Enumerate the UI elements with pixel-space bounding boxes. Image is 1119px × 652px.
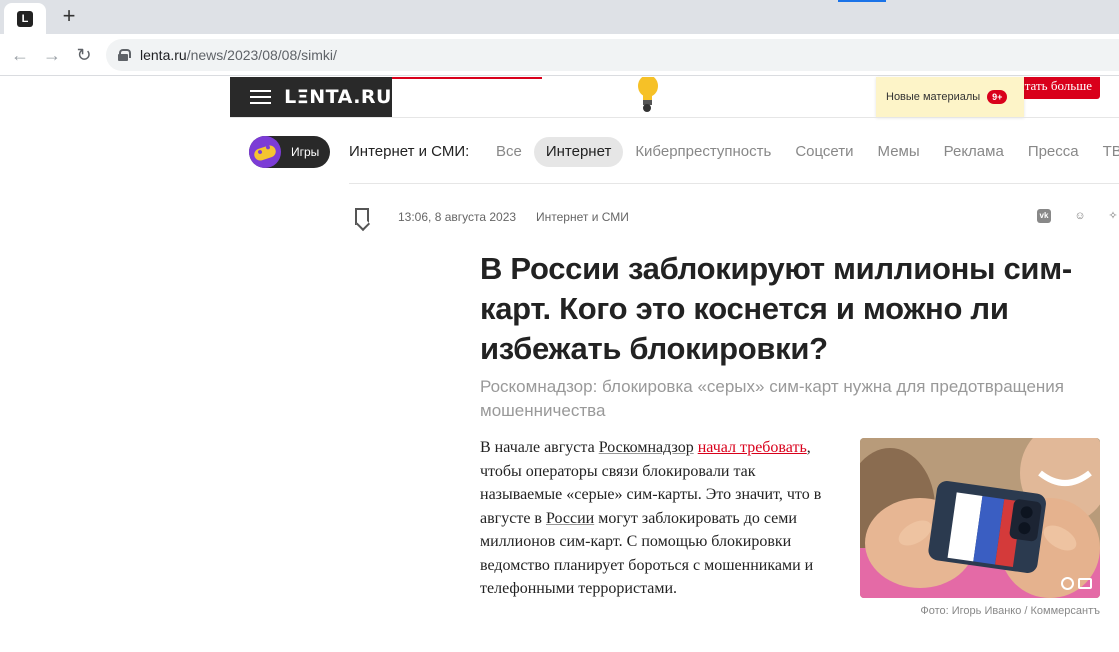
link-roskomnadzor[interactable]: Роскомнадзор	[599, 439, 694, 456]
twitter-share-icon[interactable]: ✧	[1106, 209, 1119, 223]
reload-icon[interactable]: ↻	[72, 43, 96, 67]
address-bar[interactable]: lenta.ru/news/2023/08/08/simki/	[106, 39, 1119, 71]
body-text-1: В начале августа	[480, 439, 599, 456]
article-rubric[interactable]: Интернет и СМИ	[536, 210, 629, 224]
hamburger-menu-icon[interactable]	[250, 90, 271, 104]
url-path: /news/2023/08/08/simki/	[186, 47, 337, 63]
new-materials-label: Новые материалы	[886, 91, 981, 103]
bookmark-icon[interactable]	[355, 208, 369, 225]
forward-arrow-icon[interactable]: →	[40, 43, 64, 67]
tab-tv[interactable]: ТВ	[1091, 137, 1119, 167]
section-title: Интернет и СМИ:	[349, 143, 470, 160]
games-button[interactable]: Игры	[249, 136, 330, 168]
lock-icon[interactable]	[118, 49, 131, 61]
link-russia[interactable]: России	[546, 510, 594, 527]
photo-controls	[1061, 577, 1092, 590]
tab-memes[interactable]: Мемы	[866, 137, 932, 167]
comment-icon[interactable]	[1078, 578, 1092, 589]
photo-caption: Фото: Игорь Иванко / Коммерсантъ	[920, 605, 1100, 617]
new-materials-button[interactable]: Новые материалы 9+	[876, 77, 1024, 117]
category-tabs: Все Интернет Киберпреступность Соцсети М…	[484, 137, 1119, 167]
browser-tabstrip: L +	[0, 0, 1119, 34]
article-body: В начале августа Роскомнадзор начал треб…	[480, 436, 836, 601]
tab-press[interactable]: Пресса	[1016, 137, 1091, 167]
back-arrow-icon[interactable]: ←	[8, 43, 32, 67]
red-accent-line	[392, 77, 542, 79]
tab-indicator	[838, 0, 886, 2]
lightbulb-icon[interactable]	[634, 77, 660, 113]
url-domain: lenta.ru	[140, 47, 187, 63]
photo-illustration	[860, 438, 1100, 598]
vk-share-icon[interactable]: vk	[1037, 209, 1051, 223]
article-photo[interactable]	[860, 438, 1100, 598]
tab-social[interactable]: Соцсети	[783, 137, 865, 167]
header-divider	[230, 117, 1119, 118]
games-label: Игры	[291, 145, 320, 159]
category-divider	[349, 183, 1119, 184]
lenta-favicon-icon: L	[17, 10, 33, 27]
article-subtitle: Роскомнадзор: блокировка «серых» сим-кар…	[480, 377, 1064, 420]
article-headline: В России заблокируют миллионы сим-карт. …	[480, 251, 1072, 366]
article-date: 13:06, 8 августа 2023	[398, 210, 517, 224]
tab-internet[interactable]: Интернет	[533, 137, 624, 167]
site-logo[interactable]: LΞNTA.RU	[284, 86, 392, 108]
browser-toolbar: ← → ↻ lenta.ru/news/2023/08/08/simki/	[0, 34, 1119, 76]
ok-share-icon[interactable]: ☺	[1073, 209, 1087, 223]
link-began-demanding[interactable]: начал требовать	[698, 439, 807, 456]
site-header: LΞNTA.RU Читать больше Новые материалы 9…	[230, 77, 1119, 117]
tab-cybercrime[interactable]: Киберпреступность	[623, 137, 783, 167]
zoom-icon[interactable]	[1061, 577, 1074, 590]
tab-ads[interactable]: Реклама	[932, 137, 1016, 167]
browser-tab[interactable]: L	[4, 3, 46, 34]
gamepad-icon	[249, 136, 281, 168]
new-materials-badge: 9+	[987, 90, 1008, 104]
tab-all[interactable]: Все	[484, 137, 534, 167]
logo-block[interactable]: LΞNTA.RU	[230, 77, 392, 117]
url-text[interactable]: lenta.ru/news/2023/08/08/simki/	[140, 47, 337, 63]
new-tab-button[interactable]: +	[58, 5, 80, 27]
